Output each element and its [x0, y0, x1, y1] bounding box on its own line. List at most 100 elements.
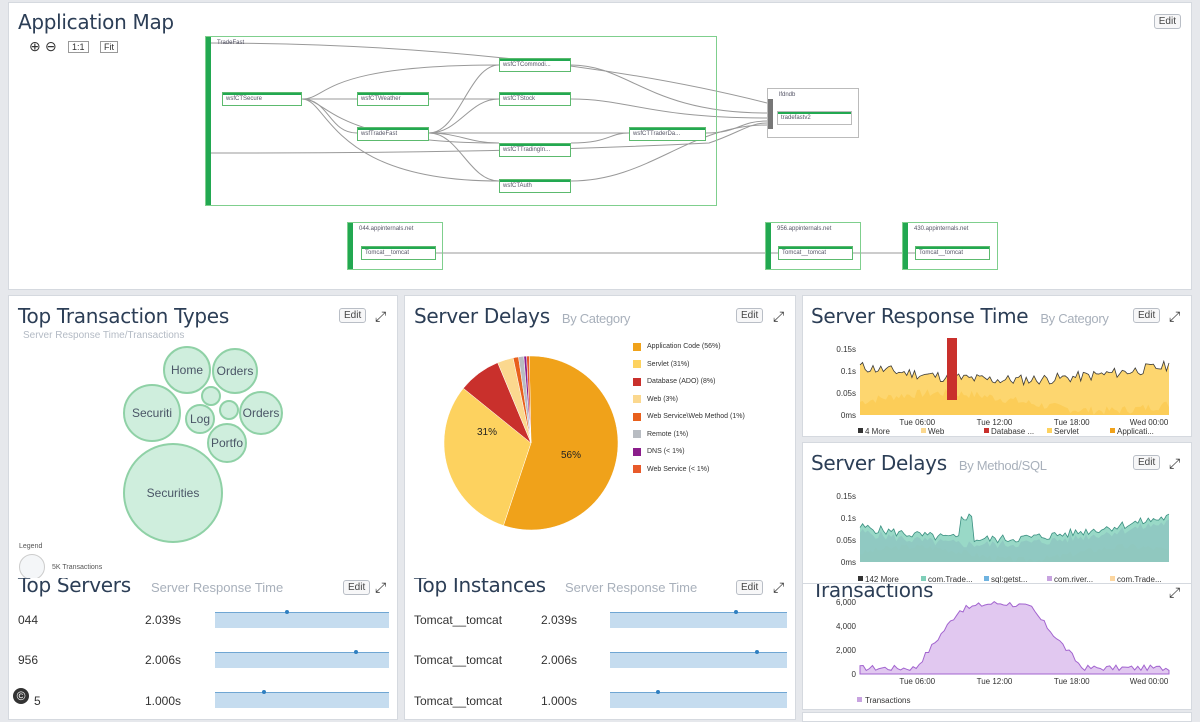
legend-item[interactable]: Web (3%): [633, 391, 745, 409]
expand-icon[interactable]: ⤢: [773, 309, 784, 323]
y-tick-label: 0.15s: [836, 345, 856, 354]
node-tradefast[interactable]: wsfTradeFast: [357, 127, 429, 141]
server-sparkline: [215, 610, 389, 628]
legend-swatch: [633, 342, 641, 351]
node-auth[interactable]: wsfCTAuth: [499, 179, 571, 193]
legend-item[interactable]: Remote (1%): [633, 426, 745, 444]
legend-item[interactable]: Web Service (< 1%): [633, 461, 745, 479]
instance-name[interactable]: Tomcat__tomcat: [414, 613, 502, 627]
legend-text: 5K Transactions: [52, 564, 103, 571]
bubble-orders-2[interactable]: Orders: [239, 391, 283, 435]
legend-item[interactable]: DNS (< 1%): [633, 443, 745, 461]
server-name[interactable]: 5: [34, 694, 41, 708]
node-secure[interactable]: wsfCTSecure: [222, 92, 302, 106]
y-tick-label: 6,000: [836, 598, 857, 607]
bubble-tiny[interactable]: [219, 400, 239, 420]
legend-swatch: [633, 412, 641, 421]
legend-swatch: [633, 395, 641, 404]
node-trading[interactable]: wsfCTTradingIn...: [499, 143, 571, 157]
response-time-chart: 0.15s 0.1s 0.05s 0ms Tue 06:00 Tue 12:00 Tue 1…: [836, 338, 1170, 436]
bubble-securities[interactable]: Securities: [123, 443, 223, 543]
x-tick-label: Tue 18:00: [1054, 418, 1090, 427]
node-weather[interactable]: wsfCTWeather: [357, 92, 429, 106]
legend-bubble: [19, 554, 45, 580]
x-tick-label: Tue 06:00: [899, 677, 935, 686]
host-430-app[interactable]: Tomcat__tomcat: [915, 246, 990, 260]
legend-label: Remote (1%): [647, 430, 689, 438]
legend-swatch: [1047, 576, 1052, 581]
legend-label: DNS (< 1%): [647, 448, 685, 456]
host-044-app[interactable]: Tomcat__tomcat: [361, 246, 436, 260]
legend-label: Transactions: [865, 696, 911, 705]
x-tick-label: Wed 00:00: [1130, 418, 1169, 427]
host-label: 044.appinternals.net: [359, 226, 414, 232]
instance-sparkline: [610, 650, 787, 668]
legend-label[interactable]: 142 More: [865, 575, 899, 584]
legend-label: Web (3%): [647, 395, 678, 403]
delays-method-chart: 0.15s 0.1s 0.05s 0ms 142 More com.Trade... sq…: [836, 492, 1170, 584]
server-name[interactable]: 956: [18, 653, 38, 667]
legend-item[interactable]: Application Code (56%): [633, 338, 745, 356]
legend-swatch: [633, 430, 641, 439]
bubble-home[interactable]: Home: [163, 346, 211, 394]
transactions-panel: Transactions ⤢ 6,000 4,000 2,000 0 Tue 06:00…: [802, 584, 1192, 710]
legend-item[interactable]: Database (ADO) (8%): [633, 373, 745, 391]
node-stock[interactable]: wsfCTStock: [499, 92, 571, 106]
legend-swatch: [633, 447, 641, 456]
x-tick-label: Tue 12:00: [977, 418, 1013, 427]
server-value: 2.006s: [145, 653, 182, 667]
instance-value: 2.006s: [541, 653, 578, 667]
x-tick-label: Tue 06:00: [899, 418, 935, 427]
edit-button[interactable]: Edit: [736, 580, 764, 595]
db-spike: [947, 338, 957, 400]
node-commod[interactable]: wsfCTCommodi...: [499, 58, 571, 72]
panel-title: Top Transaction Types: [18, 304, 229, 328]
legend-label[interactable]: Servlet: [1054, 427, 1080, 436]
y-tick-label: 0ms: [841, 558, 856, 567]
expand-icon[interactable]: ⤢: [375, 309, 386, 323]
server-name[interactable]: 044: [18, 613, 38, 627]
bubble-securiti[interactable]: Securiti: [123, 384, 181, 442]
y-tick-label: 0.05s: [836, 536, 856, 545]
server-delays-method-panel: Server Delays By Method/SQL Edit ⤢ 0.15s 0…: [802, 442, 1192, 584]
server-sparkline: [215, 650, 389, 668]
top-servers-rows: 044 2.039s 956 2.006s 5 1.000s: [9, 578, 397, 719]
legend-label[interactable]: com.Trade...: [1117, 575, 1162, 584]
host-956-app[interactable]: Tomcat__tomcat: [778, 246, 853, 260]
legend-label[interactable]: sql:getst...: [991, 575, 1027, 584]
instance-value: 1.000s: [541, 694, 578, 708]
legend-label: Web Service (< 1%): [647, 465, 710, 473]
host-status-bar: [348, 223, 353, 269]
y-tick-label: 0.1s: [841, 367, 856, 376]
y-tick-label: 0.1s: [841, 514, 856, 523]
legend-swatch: [1110, 428, 1115, 433]
legend-swatch: [858, 428, 863, 433]
node-traderda[interactable]: wsfCTTraderDa...: [629, 127, 706, 141]
bubble-orders[interactable]: Orders: [212, 348, 258, 394]
instance-name[interactable]: Tomcat__tomcat: [414, 653, 502, 667]
legend-label[interactable]: com.Trade...: [928, 575, 973, 584]
instance-name[interactable]: Tomcat__tomcat: [414, 694, 502, 708]
server-sparkline: [215, 690, 389, 708]
edit-button[interactable]: Edit: [736, 308, 764, 323]
legend-label[interactable]: Database ...: [991, 427, 1034, 436]
node-db[interactable]: tradefastv2: [777, 111, 852, 125]
legend-item[interactable]: Servlet (31%): [633, 356, 745, 374]
server-value: 2.039s: [145, 613, 182, 627]
legend-item[interactable]: Web Service\Web Method (1%): [633, 408, 745, 426]
legend-label[interactable]: 4 More: [865, 427, 890, 436]
legend-swatch: [921, 428, 926, 433]
sparkline-marker: [733, 610, 738, 614]
legend-swatch: [1110, 576, 1115, 581]
y-tick-label: 0: [852, 670, 857, 679]
legend-label[interactable]: Web: [928, 427, 945, 436]
edit-button[interactable]: Edit: [339, 308, 367, 323]
legend-label[interactable]: Applicati...: [1117, 427, 1154, 436]
bubble-portfo[interactable]: Portfo: [207, 423, 247, 463]
expand-icon[interactable]: ⤢: [773, 580, 784, 594]
group-tradefast[interactable]: TradeFast: [205, 36, 717, 206]
sparkline-marker: [354, 650, 359, 654]
group-db-label: lfdndb: [779, 92, 796, 98]
bubble-small[interactable]: [201, 386, 221, 406]
legend-label[interactable]: com.river...: [1054, 575, 1093, 584]
